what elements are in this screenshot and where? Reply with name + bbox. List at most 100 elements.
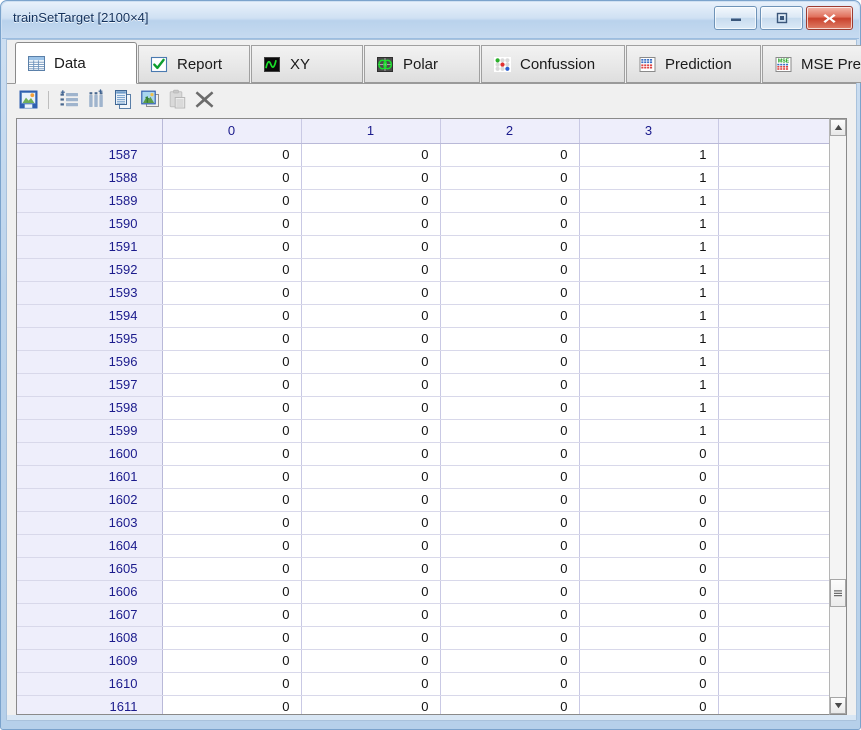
table-cell[interactable]: 0 (301, 695, 440, 715)
table-cell[interactable]: 0 (162, 350, 301, 373)
table-row[interactable]: 16020000 (17, 488, 830, 511)
table-cell[interactable]: 0 (162, 189, 301, 212)
column-header-3[interactable]: 3 (579, 119, 718, 143)
table-cell[interactable]: 0 (301, 465, 440, 488)
insert-row-button[interactable] (57, 88, 81, 112)
row-header-cell[interactable]: 1587 (17, 143, 162, 166)
table-cell[interactable]: 0 (579, 557, 718, 580)
tab-confussion[interactable]: Confussion (481, 45, 625, 83)
table-cell[interactable]: 0 (162, 557, 301, 580)
table-cell[interactable]: 0 (301, 212, 440, 235)
table-cell[interactable]: 0 (301, 672, 440, 695)
row-header-cell[interactable]: 1610 (17, 672, 162, 695)
table-cell[interactable]: 1 (579, 327, 718, 350)
row-header-cell[interactable]: 1590 (17, 212, 162, 235)
row-header-cell[interactable]: 1608 (17, 626, 162, 649)
table-cell[interactable]: 1 (579, 143, 718, 166)
table-cell[interactable]: 0 (301, 557, 440, 580)
row-header-cell[interactable]: 1603 (17, 511, 162, 534)
row-header-cell[interactable]: 1588 (17, 166, 162, 189)
table-cell[interactable]: 0 (440, 557, 579, 580)
save-image-button[interactable] (16, 88, 40, 112)
insert-column-button[interactable] (84, 88, 108, 112)
row-header-cell[interactable]: 1606 (17, 580, 162, 603)
row-header-cell[interactable]: 1597 (17, 373, 162, 396)
table-cell[interactable]: 0 (301, 580, 440, 603)
table-row[interactable]: 15960001 (17, 350, 830, 373)
table-cell[interactable]: 0 (301, 281, 440, 304)
table-cell[interactable]: 0 (301, 396, 440, 419)
table-cell[interactable]: 1 (579, 281, 718, 304)
paste-button[interactable] (165, 88, 189, 112)
row-header-cell[interactable]: 1594 (17, 304, 162, 327)
table-cell[interactable]: 0 (301, 327, 440, 350)
table-cell[interactable]: 1 (579, 189, 718, 212)
table-cell[interactable]: 0 (301, 189, 440, 212)
table-cell[interactable]: 0 (301, 373, 440, 396)
table-cell[interactable]: 0 (162, 603, 301, 626)
row-header-cell[interactable]: 1596 (17, 350, 162, 373)
table-row[interactable]: 16040000 (17, 534, 830, 557)
table-cell[interactable]: 0 (301, 350, 440, 373)
table-row[interactable]: 16070000 (17, 603, 830, 626)
table-row[interactable]: 16050000 (17, 557, 830, 580)
row-header-cell[interactable]: 1592 (17, 258, 162, 281)
table-cell[interactable]: 0 (162, 534, 301, 557)
table-cell[interactable]: 0 (440, 580, 579, 603)
maximize-button[interactable] (760, 6, 803, 30)
table-cell[interactable]: 1 (579, 396, 718, 419)
table-cell[interactable]: 0 (440, 212, 579, 235)
table-row[interactable]: 15910001 (17, 235, 830, 258)
table-cell[interactable]: 0 (579, 649, 718, 672)
row-header-cell[interactable]: 1602 (17, 488, 162, 511)
table-row[interactable]: 15890001 (17, 189, 830, 212)
table-cell[interactable]: 0 (162, 396, 301, 419)
row-header-cell[interactable]: 1601 (17, 465, 162, 488)
table-cell[interactable]: 0 (579, 580, 718, 603)
table-row[interactable]: 16010000 (17, 465, 830, 488)
table-cell[interactable]: 1 (579, 373, 718, 396)
column-header-0[interactable]: 0 (162, 119, 301, 143)
table-cell[interactable]: 0 (440, 465, 579, 488)
table-cell[interactable]: 0 (440, 143, 579, 166)
row-header-cell[interactable]: 1605 (17, 557, 162, 580)
table-cell[interactable]: 0 (162, 695, 301, 715)
table-cell[interactable]: 0 (579, 465, 718, 488)
table-cell[interactable]: 0 (301, 649, 440, 672)
column-header-2[interactable]: 2 (440, 119, 579, 143)
row-header-cell[interactable]: 1611 (17, 695, 162, 715)
table-cell[interactable]: 0 (301, 166, 440, 189)
table-cell[interactable]: 0 (579, 488, 718, 511)
table-cell[interactable]: 1 (579, 212, 718, 235)
table-cell[interactable]: 0 (301, 304, 440, 327)
table-cell[interactable]: 0 (440, 373, 579, 396)
table-row[interactable]: 16090000 (17, 649, 830, 672)
table-cell[interactable]: 0 (440, 350, 579, 373)
table-cell[interactable]: 0 (162, 580, 301, 603)
table-row[interactable]: 15870001 (17, 143, 830, 166)
table-cell[interactable]: 0 (162, 672, 301, 695)
row-header-cell[interactable]: 1589 (17, 189, 162, 212)
table-cell[interactable]: 1 (579, 350, 718, 373)
table-cell[interactable]: 0 (162, 327, 301, 350)
table-cell[interactable]: 0 (301, 258, 440, 281)
table-cell[interactable]: 0 (301, 442, 440, 465)
tab-report[interactable]: Report (138, 45, 250, 83)
table-row[interactable]: 16030000 (17, 511, 830, 534)
data-grid[interactable]: 0 1 2 3 15870001158800011589000115900001… (16, 118, 847, 715)
table-row[interactable]: 15920001 (17, 258, 830, 281)
table-cell[interactable]: 0 (440, 189, 579, 212)
table-row[interactable]: 15940001 (17, 304, 830, 327)
tab-xy[interactable]: XY (251, 45, 363, 83)
table-cell[interactable]: 0 (440, 534, 579, 557)
table-row[interactable]: 15930001 (17, 281, 830, 304)
table-cell[interactable]: 0 (579, 672, 718, 695)
table-cell[interactable]: 0 (162, 212, 301, 235)
row-header-cell[interactable]: 1600 (17, 442, 162, 465)
table-cell[interactable]: 0 (579, 442, 718, 465)
table-cell[interactable]: 1 (579, 166, 718, 189)
table-cell[interactable]: 0 (440, 603, 579, 626)
table-cell[interactable]: 0 (579, 626, 718, 649)
close-button[interactable] (806, 6, 853, 30)
table-cell[interactable]: 0 (440, 281, 579, 304)
